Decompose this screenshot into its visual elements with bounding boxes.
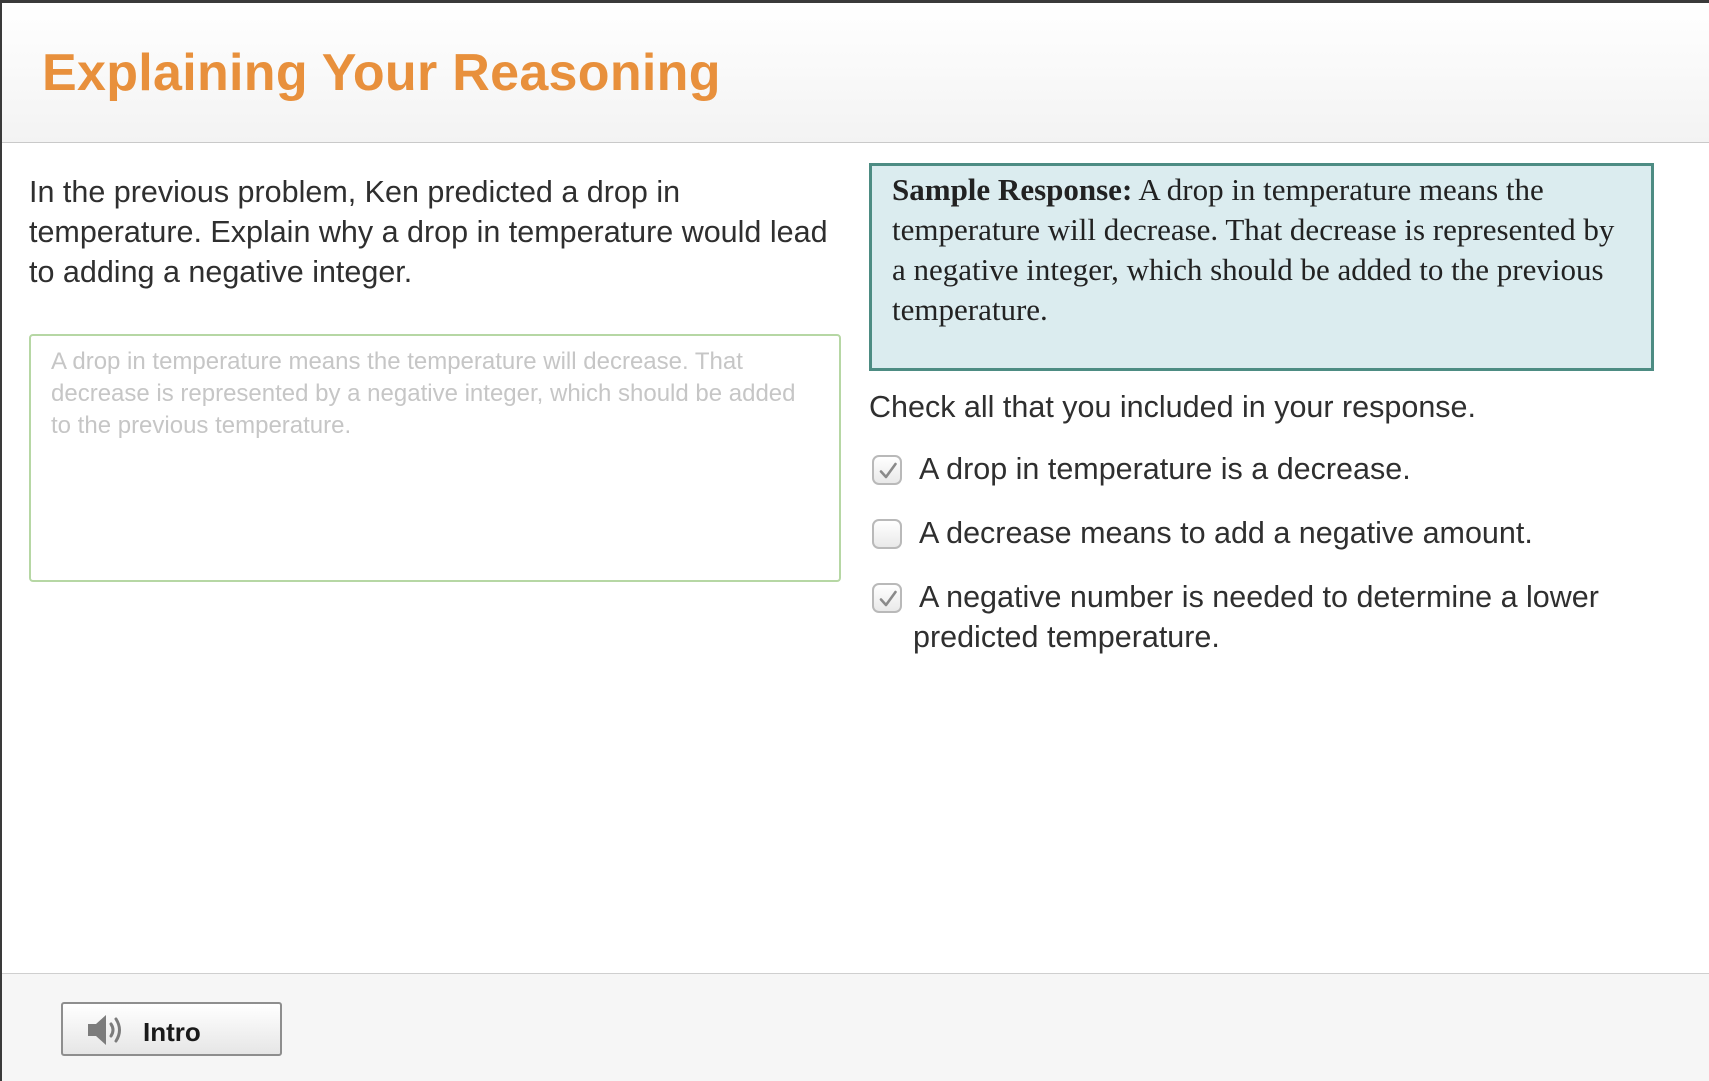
checkbox[interactable]	[872, 455, 902, 485]
question-prompt: In the previous problem, Ken predicted a…	[29, 175, 828, 289]
checkbox[interactable]	[872, 583, 902, 613]
checklist-item-label-line2: predicted temperature.	[913, 620, 1220, 654]
speaker-icon	[88, 1015, 121, 1045]
checklist-item-label: A decrease means to add a negative amoun…	[919, 516, 1533, 550]
checkbox[interactable]	[872, 519, 902, 549]
checklist-item-label: A negative number is needed to determine…	[913, 577, 1709, 657]
response-textarea[interactable]: A drop in temperature means the temperat…	[29, 334, 841, 582]
checkmark-icon	[879, 590, 897, 607]
sample-response-box: Sample Response: A drop in temperature m…	[869, 163, 1654, 371]
checklist-item-label-line1: A negative number is needed to determine…	[919, 580, 1599, 614]
page-header: Explaining Your Reasoning	[2, 3, 1709, 143]
page-title: Explaining Your Reasoning	[42, 44, 721, 102]
intro-button-label: Intro	[143, 1017, 201, 1047]
intro-button[interactable]: Intro	[61, 1002, 282, 1056]
sample-response-label: Sample Response:	[892, 172, 1133, 207]
checklist-item-label: A drop in temperature is a decrease.	[919, 452, 1411, 486]
checkmark-icon	[879, 462, 897, 479]
checklist-instruction: Check all that you included in your resp…	[869, 390, 1476, 424]
